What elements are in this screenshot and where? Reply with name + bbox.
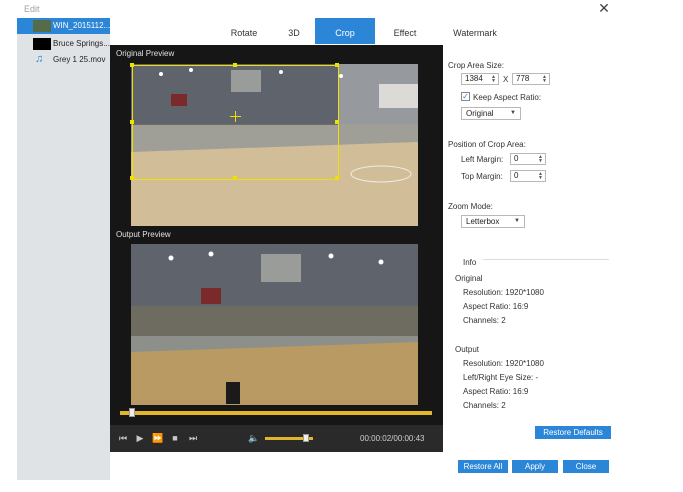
preview-panel: Original Preview Output Preview ⏮ ▶ ⏩ ■ … — [110, 45, 443, 452]
left-margin-input[interactable]: 0 ▲ ▼ — [510, 153, 546, 165]
timeline-track[interactable] — [120, 408, 432, 417]
crop-area-size-label: Crop Area Size: — [448, 61, 505, 70]
spinner-arrows-icon[interactable]: ▲ ▼ — [542, 75, 547, 84]
output-eye-size: Left/Right Eye Size: - — [463, 373, 539, 382]
skip-back-icon[interactable]: ⏮ — [118, 433, 128, 443]
crop-settings-panel: Crop Area Size: 1384 ▲ ▼ X 778 ▲ ▼ ✓ Keep … — [443, 45, 617, 452]
zoom-mode-label: Zoom Mode: — [448, 202, 493, 211]
output-video-frame — [131, 244, 418, 405]
crop-crosshair — [235, 111, 236, 122]
top-margin-value: 0 — [514, 171, 519, 180]
timeline-knob[interactable] — [129, 408, 135, 417]
file-name: WIN_2015112... — [53, 21, 111, 30]
restore-all-button[interactable]: Restore All — [458, 460, 508, 473]
fast-forward-icon[interactable]: ⏩ — [152, 433, 163, 443]
stop-icon[interactable]: ■ — [170, 433, 180, 443]
spinner-arrows-icon[interactable]: ▲ ▼ — [491, 75, 496, 84]
file-name: Grey 1 25.mov — [53, 55, 106, 64]
top-margin-input[interactable]: 0 ▲ ▼ — [510, 170, 546, 182]
crop-size-separator: X — [503, 75, 509, 84]
output-aspect: Aspect Ratio: 16:9 — [463, 387, 529, 396]
position-label: Position of Crop Area: — [448, 140, 526, 149]
close-button[interactable]: Close — [563, 460, 609, 473]
crop-handle[interactable] — [335, 120, 339, 124]
tab-effect[interactable]: Effect — [375, 18, 435, 44]
video-thumbnail — [33, 20, 51, 32]
original-info-heading: Original — [455, 274, 483, 283]
volume-knob[interactable] — [303, 434, 309, 442]
original-channels: Channels: 2 — [463, 316, 506, 325]
chevron-down-icon: ▼ — [510, 110, 516, 116]
spinner-arrows-icon[interactable]: ▲ ▼ — [538, 155, 543, 164]
keep-aspect-label: Keep Aspect Ratio: — [473, 93, 542, 102]
crop-rectangle[interactable] — [130, 63, 339, 180]
left-margin-value: 0 — [514, 154, 519, 163]
music-note-icon: ♫ — [35, 53, 44, 65]
crop-mask — [339, 64, 418, 125]
tab-rotate[interactable]: Rotate — [216, 18, 272, 44]
video-thumbnail — [33, 38, 51, 50]
output-channels: Channels: 2 — [463, 401, 506, 410]
spinner-arrows-icon[interactable]: ▲ ▼ — [538, 172, 543, 181]
info-divider — [483, 259, 609, 260]
crop-height-input[interactable]: 778 ▲ ▼ — [512, 73, 550, 85]
tab-crop[interactable]: Crop — [315, 18, 375, 44]
info-heading: Info — [463, 258, 477, 267]
tab-3d[interactable]: 3D — [272, 18, 316, 44]
original-preview-label: Original Preview — [116, 49, 175, 58]
top-margin-label: Top Margin: — [461, 172, 503, 181]
output-info-heading: Output — [455, 345, 480, 354]
aspect-ratio-value: Original — [466, 109, 494, 118]
apply-button[interactable]: Apply — [512, 460, 558, 473]
file-item-win[interactable]: WIN_2015112... — [17, 18, 110, 34]
crop-handle[interactable] — [335, 63, 339, 67]
file-name: Bruce Springs... — [53, 39, 110, 48]
zoom-mode-value: Letterbox — [466, 217, 500, 226]
aspect-ratio-select[interactable]: Original ▼ — [461, 107, 521, 120]
tab-watermark[interactable]: Watermark — [435, 18, 515, 44]
output-preview-label: Output Preview — [116, 230, 171, 239]
crop-handle[interactable] — [233, 176, 237, 180]
crop-height-value: 778 — [516, 74, 530, 83]
left-margin-label: Left Margin: — [461, 155, 504, 164]
skip-forward-icon[interactable]: ⏭ — [188, 433, 198, 443]
playback-controls: ⏮ ▶ ⏩ ■ ⏭ 🔈 00:00:02/00:00:43 — [110, 425, 443, 452]
volume-icon[interactable]: 🔈 — [248, 433, 259, 443]
play-icon[interactable]: ▶ — [135, 433, 145, 443]
restore-defaults-button[interactable]: Restore Defaults — [535, 426, 611, 439]
crop-handle[interactable] — [130, 63, 134, 67]
file-item-grey[interactable]: ♫ Grey 1 25.mov — [17, 52, 110, 68]
zoom-mode-select[interactable]: Letterbox ▼ — [461, 215, 525, 228]
crop-width-value: 1384 — [465, 74, 483, 83]
edit-window: Edit ✕ WIN_2015112... Bruce Springs... ♫… — [0, 0, 683, 492]
crop-handle[interactable] — [130, 120, 134, 124]
timecode: 00:00:02/00:00:43 — [360, 434, 425, 443]
crop-handle[interactable] — [335, 176, 339, 180]
crop-handle[interactable] — [233, 63, 237, 67]
crop-handle[interactable] — [130, 176, 134, 180]
window-title: Edit — [24, 4, 40, 14]
original-aspect: Aspect Ratio: 16:9 — [463, 302, 529, 311]
keep-aspect-checkbox[interactable]: ✓ — [461, 92, 470, 101]
original-resolution: Resolution: 1920*1080 — [463, 288, 544, 297]
chevron-down-icon: ▼ — [514, 218, 520, 224]
file-item-bruce[interactable]: Bruce Springs... — [17, 36, 110, 52]
close-icon[interactable]: ✕ — [597, 1, 611, 15]
output-resolution: Resolution: 1920*1080 — [463, 359, 544, 368]
title-bar: Edit ✕ — [0, 0, 683, 18]
crop-width-input[interactable]: 1384 ▲ ▼ — [461, 73, 499, 85]
file-list: WIN_2015112... Bruce Springs... ♫ Grey 1… — [17, 18, 110, 480]
